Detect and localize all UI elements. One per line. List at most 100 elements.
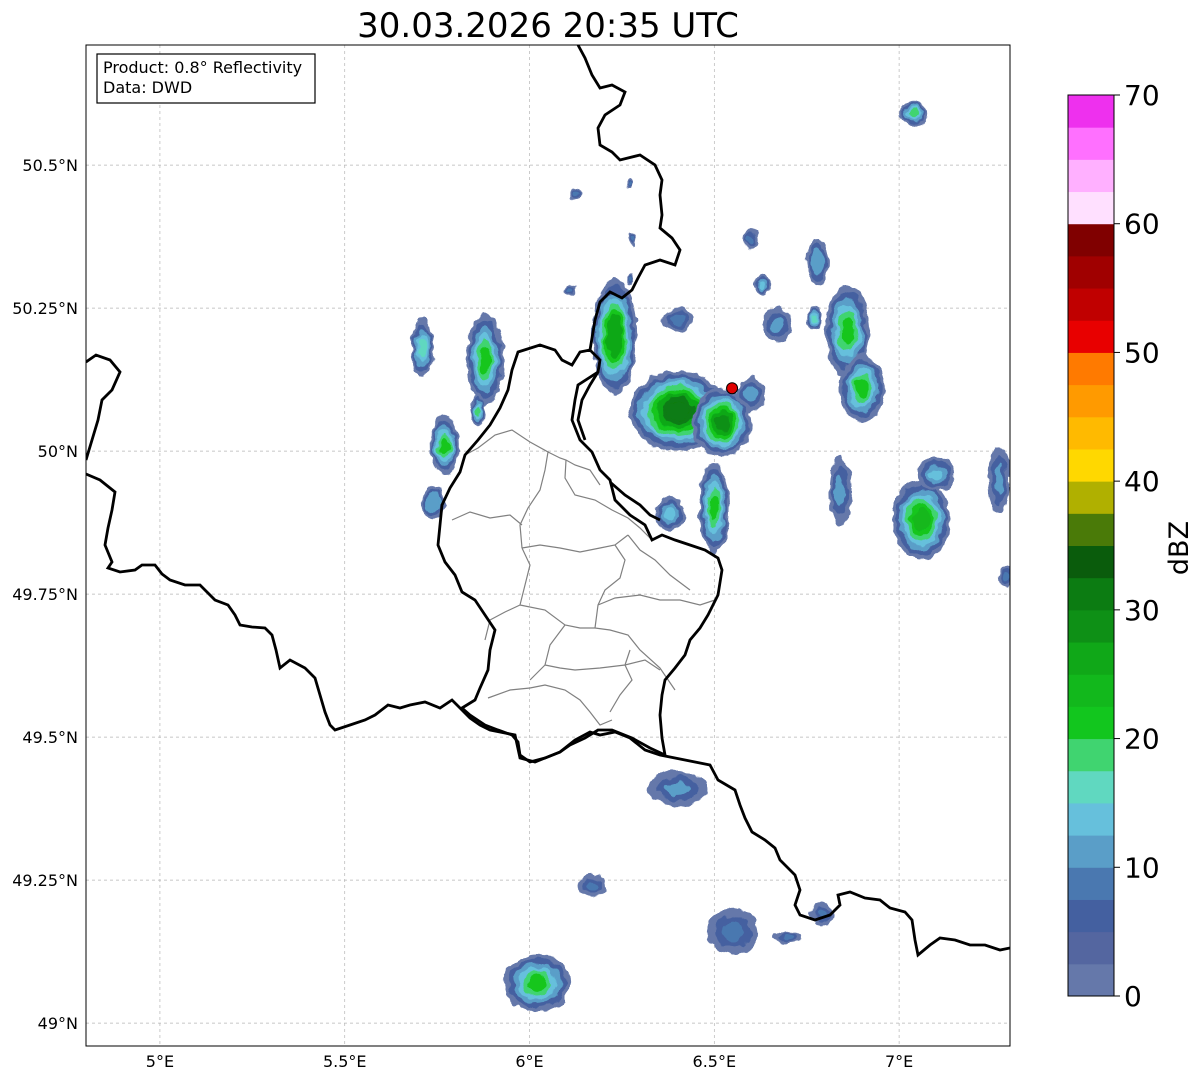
echo-level [770,317,784,333]
colorbar-segment [1068,738,1114,772]
colorbar-tick-label: 40 [1124,465,1160,498]
cell-se-3 [917,456,955,492]
echo-level [813,254,822,271]
map-background [86,45,1010,1046]
lat-tick-label: 49.25°N [12,871,78,890]
lon-tick-label: 5.5°E [323,1052,367,1071]
echo-level [475,405,481,417]
colorbar-segment [1068,95,1114,128]
colorbar-segment [1068,127,1114,160]
colorbar-segment [1068,352,1114,386]
lat-tick-label: 49.75°N [12,585,78,604]
echo-level [479,346,491,373]
info-box-product: Product: 0.8° Reflectivity [103,58,302,77]
colorbar-tick-label: 60 [1124,208,1160,241]
lat-tick-label: 49°N [38,1014,78,1033]
colorbar-segment [1068,899,1114,933]
echo-level [811,315,817,324]
colorbar-segment [1068,835,1114,868]
cell-far-east-2 [998,565,1010,589]
echo-level [664,781,691,797]
cell-north-tiny-7 [625,273,634,286]
cell-saar-4 [773,931,804,944]
colorbar-segment [1068,159,1114,193]
echo-level [909,109,919,118]
colorbar-segment [1068,384,1114,418]
lon-tick-label: 5°E [146,1052,174,1071]
latitude-tick-labels: 49°N 49.25°N 49.5°N 49.75°N 50°N 50.25°N 50.5°… [12,156,78,1033]
colorbar-segment [1068,545,1114,579]
colorbar-segment [1068,223,1114,257]
echo-level [418,339,426,358]
colorbar [1068,95,1114,997]
radar-site-marker [726,382,739,395]
colorbar-segment [1068,288,1114,321]
colorbar-tick-label: 70 [1124,79,1160,112]
echo-level [710,494,719,522]
echo-level [627,277,632,282]
info-box-data-source: Data: DWD [103,78,192,97]
echo-level [440,437,449,454]
echo-level [748,234,755,245]
cell-north-tiny-6 [564,285,576,297]
colorbar-tick-label: 0 [1124,980,1142,1013]
echo-level [665,401,690,421]
lon-tick-label: 6°E [515,1052,543,1071]
echo-level [1003,572,1010,582]
map-title: 30.03.2026 20:35 UTC [357,6,739,46]
lat-tick-label: 50°N [38,442,78,461]
colorbar-segment [1068,674,1114,707]
colorbar-label: dBZ [1164,521,1195,575]
echo-level [429,496,438,509]
cell-lorraine [503,954,571,1012]
colorbar-segment [1068,255,1114,289]
colorbar-tick-labels: 0 10 20 30 40 50 60 70 [1114,79,1160,1013]
info-box: Product: 0.8° Reflectivity Data: DWD [96,53,316,104]
colorbar-segment [1068,609,1114,643]
colorbar-segment [1068,931,1114,965]
colorbar-segment [1068,706,1114,740]
colorbar-tick-label: 30 [1124,594,1160,627]
lat-tick-label: 49.5°N [22,728,78,747]
colorbar-segment [1068,448,1114,482]
echo-level [913,508,930,531]
cell-saar-1 [647,771,707,806]
echo-level [929,467,943,481]
cell-eifel-west-3 [429,416,460,474]
longitude-tick-labels: 5°E 5.5°E 6°E 6.5°E 7°E [146,1052,913,1071]
colorbar-segment [1068,770,1114,804]
colorbar-tick-label: 10 [1124,851,1160,884]
cell-main-south [699,462,730,555]
colorbar-segment [1068,481,1114,514]
cell-east-6 [754,273,770,297]
echo-level [721,921,745,942]
echo-level [714,413,730,432]
cell-north-tiny-3 [625,176,634,188]
colorbar-segment [1068,867,1114,900]
cell-north-tiny-5 [743,228,759,251]
echo-level [571,191,577,197]
echo-level [631,237,636,242]
colorbar-segment [1068,320,1114,353]
echo-level [835,476,845,507]
cell-main-ne-tail [662,308,693,331]
echo-level [585,880,599,891]
lat-tick-label: 50.5°N [22,156,78,175]
echo-level [781,934,795,940]
echo-level [567,288,573,294]
cell-saar-2 [577,874,608,898]
echo-level [840,317,854,345]
cell-se-1 [828,456,852,526]
lon-tick-label: 7°E [885,1052,913,1071]
cell-main-sw [655,496,685,532]
echo-level [759,281,766,290]
cell-east-5 [806,308,822,331]
colorbar-tick-label: 20 [1124,723,1160,756]
colorbar-segment [1068,191,1114,225]
lon-tick-label: 6.5°E [693,1052,737,1071]
cell-north-tiny-1 [899,102,929,126]
echo-level [670,314,684,325]
colorbar-tick-label: 50 [1124,336,1160,369]
cell-eifel-west-1 [411,319,434,377]
colorbar-segment [1068,416,1114,450]
